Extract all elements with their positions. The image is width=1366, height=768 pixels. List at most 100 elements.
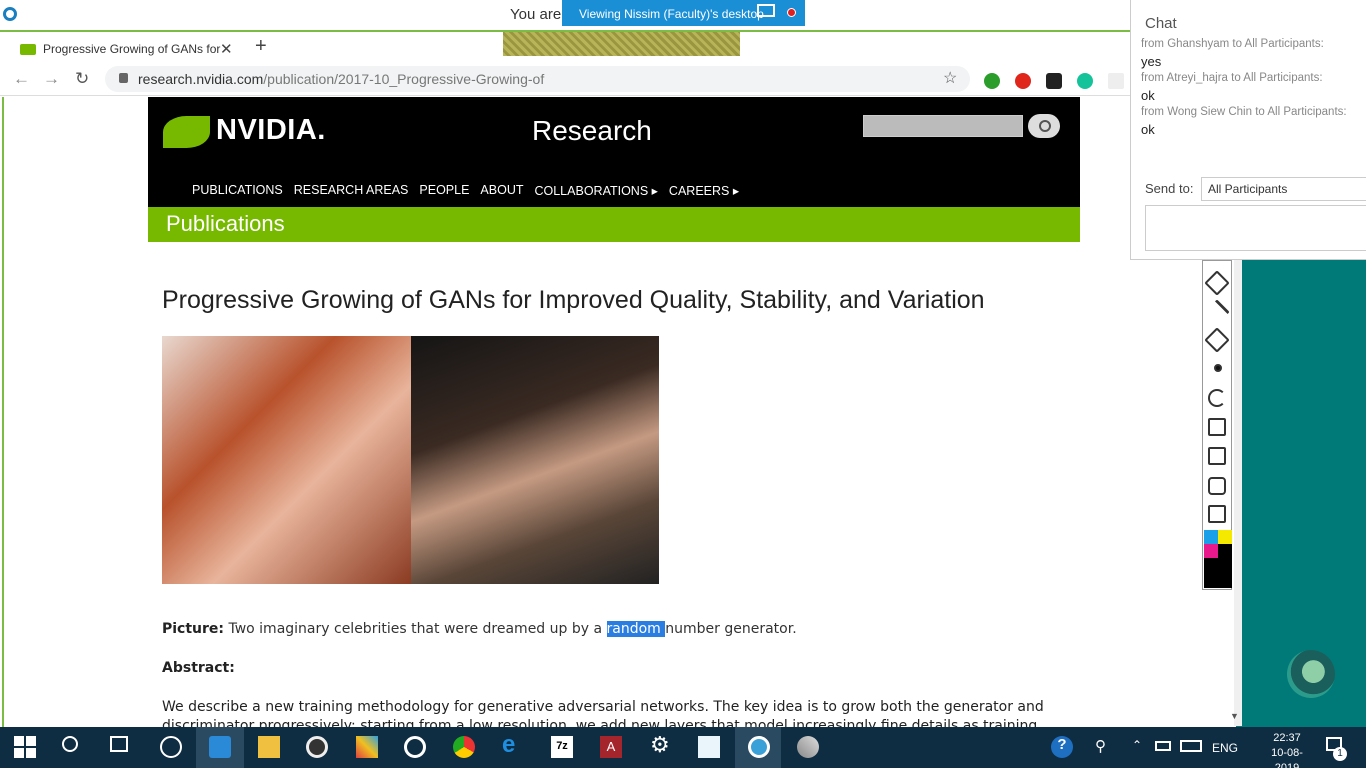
language-indicator[interactable]: ENG — [1212, 741, 1238, 755]
chat-message-input[interactable] — [1145, 205, 1366, 251]
nav-publications[interactable]: PUBLICATIONS — [192, 183, 283, 198]
extension-icon-red[interactable] — [1015, 73, 1031, 89]
send-to-select[interactable]: All Participants — [1201, 177, 1366, 201]
hp-icon[interactable] — [160, 736, 182, 758]
chat-message-from: from Wong Siew Chin to All Participants: — [1141, 106, 1347, 118]
nvidia-logo-text[interactable]: NVIDIA. — [216, 114, 326, 147]
camera-icon[interactable] — [1208, 477, 1226, 495]
caption-text-after: number generator. — [665, 621, 797, 637]
forward-icon[interactable]: → — [43, 69, 60, 89]
paint-palette-icon[interactable] — [797, 736, 819, 758]
eraser-icon[interactable] — [1204, 327, 1230, 353]
paint-app-icon[interactable] — [356, 736, 378, 758]
undo-icon[interactable] — [1208, 389, 1226, 407]
settings-gear-icon[interactable]: ⚙ — [650, 732, 672, 757]
color-black[interactable] — [1218, 544, 1232, 558]
picture-caption: Picture: Two imaginary celebrities that … — [162, 621, 797, 637]
media-app-icon[interactable] — [404, 736, 426, 758]
clock-time: 22:37 — [1273, 732, 1301, 744]
recording-icon[interactable] — [787, 8, 796, 17]
chrome-icon[interactable] — [453, 736, 475, 758]
file-explorer-icon[interactable] — [258, 736, 280, 758]
generated-face-woman-image — [162, 336, 411, 584]
help-icon[interactable]: ? — [1051, 736, 1073, 758]
back-icon[interactable]: ← — [13, 69, 30, 89]
grammarly-icon[interactable] — [1077, 73, 1093, 89]
extension-icon-gray[interactable] — [1108, 73, 1124, 89]
color-yellow[interactable] — [1218, 530, 1232, 544]
annotation-region — [503, 32, 740, 56]
nvidia-logo-icon[interactable] — [163, 116, 210, 148]
scroll-down-arrow-icon[interactable]: ▼ — [1230, 711, 1239, 721]
tray-chevron-up-icon[interactable]: ⌃ — [1132, 738, 1142, 752]
viewing-label: Viewing Nissim (Faculty)'s desktop — [579, 7, 764, 21]
clipboard-icon[interactable] — [1208, 505, 1226, 523]
address-bar[interactable]: research.nvidia.com/publication/2017-10_… — [105, 66, 970, 92]
new-tab-button[interactable]: + — [255, 35, 267, 58]
snipping-tool-icon[interactable] — [698, 736, 720, 758]
chat-message-from: from Atreyi_hajra to All Participants: — [1141, 72, 1323, 84]
browser-tab[interactable]: Progressive Growing of GANs for ✕ — [8, 35, 238, 64]
tab-title: Progressive Growing of GANs for — [43, 42, 221, 56]
notification-badge: 1 — [1333, 747, 1347, 761]
monitor-icon[interactable] — [757, 4, 775, 17]
chat-title: Chat — [1145, 15, 1177, 32]
nvidia-favicon-icon — [20, 44, 36, 55]
battery-icon[interactable] — [1155, 741, 1171, 751]
nav-careers[interactable]: CAREERS ▸ — [669, 183, 739, 198]
research-heading[interactable]: Research — [532, 115, 652, 147]
bookmark-star-icon[interactable]: ☆ — [943, 68, 957, 88]
highlighter-icon[interactable] — [1204, 270, 1230, 296]
chat-message-text: ok — [1141, 88, 1155, 103]
trash-icon[interactable] — [1208, 418, 1226, 436]
color-selected-black[interactable] — [1204, 558, 1232, 588]
clock-date: 10-08-2019 — [1271, 747, 1303, 768]
annotation-toolbar — [1202, 260, 1232, 590]
color-blue[interactable] — [1204, 530, 1218, 544]
site-header: NVIDIA. Research PUBLICATIONS RESEARCH A… — [148, 97, 1080, 207]
rocket-app-icon[interactable] — [209, 736, 231, 758]
viewing-desktop-pill[interactable]: Viewing Nissim (Faculty)'s desktop — [562, 0, 805, 26]
reload-icon[interactable]: ↻ — [75, 69, 89, 89]
access-icon[interactable]: A — [600, 736, 622, 758]
people-icon[interactable]: ⚲ — [1095, 737, 1106, 755]
nav-about[interactable]: ABOUT — [480, 183, 523, 198]
webex-logo-icon[interactable] — [1287, 650, 1335, 698]
url-path: /publication/2017-10_Progressive-Growing… — [263, 71, 545, 87]
extension-icon-green[interactable] — [984, 73, 1000, 89]
color-palette — [1204, 530, 1232, 588]
pen-icon[interactable] — [1204, 299, 1230, 325]
color-magenta[interactable] — [1204, 544, 1218, 558]
nav-collaborations[interactable]: COLLABORATIONS ▸ — [534, 183, 657, 198]
presenter-icon[interactable] — [1208, 447, 1226, 465]
browser-toolbar: ← → ↻ research.nvidia.com/publication/20… — [0, 62, 1130, 96]
search-button[interactable] — [1028, 114, 1060, 138]
chat-message-text: yes — [1141, 54, 1162, 69]
abstract-text: We describe a new training methodology f… — [162, 699, 1044, 727]
chat-message-from: from Ghanshyam to All Participants: — [1141, 38, 1324, 50]
7zip-icon[interactable]: 7z — [551, 736, 573, 758]
publication-title: Progressive Growing of GANs for Improved… — [162, 286, 985, 314]
webex-icon[interactable] — [3, 7, 17, 21]
browser-tabbar: Progressive Growing of GANs for ✕ + — [0, 30, 1130, 64]
site-search-input[interactable] — [863, 115, 1023, 137]
nav-people[interactable]: PEOPLE — [419, 183, 469, 198]
system-clock[interactable]: 22:37 10-08-2019 — [1262, 731, 1312, 768]
extension-icon-dark[interactable] — [1046, 73, 1062, 89]
nvidia-research-page: NVIDIA. Research PUBLICATIONS RESEARCH A… — [148, 97, 1080, 727]
chat-messages: from Ghanshyam to All Participants: yes … — [1141, 38, 1366, 140]
close-tab-icon[interactable]: ✕ — [220, 40, 233, 58]
you-are-label: You are — [510, 6, 562, 23]
windows-start-icon[interactable] — [14, 736, 36, 758]
page-scrollbar[interactable] — [1234, 260, 1242, 726]
camera-app-icon[interactable] — [306, 736, 328, 758]
send-to-label: Send to: — [1145, 181, 1194, 196]
nav-research-areas[interactable]: RESEARCH AREAS — [294, 183, 409, 198]
pointer-icon[interactable] — [1214, 364, 1222, 372]
keyboard-icon[interactable] — [1180, 740, 1202, 752]
webex-taskbar-icon[interactable] — [748, 736, 770, 758]
section-title: Publications — [166, 211, 285, 236]
task-view-icon[interactable] — [110, 736, 128, 752]
edge-icon[interactable]: e — [502, 731, 524, 758]
search-icon[interactable] — [62, 736, 78, 752]
